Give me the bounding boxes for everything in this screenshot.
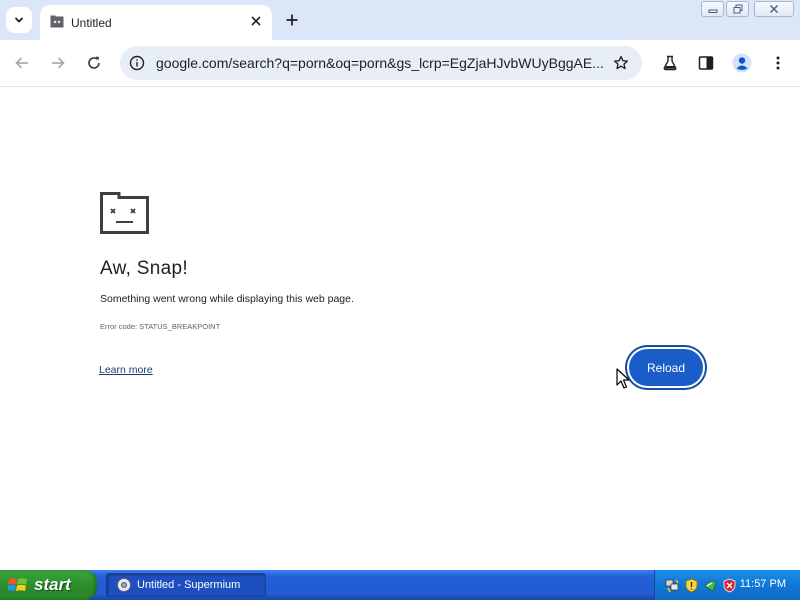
browser-icon <box>117 578 131 592</box>
system-tray: 11:57 PM <box>654 570 800 600</box>
error-code: Error code: STATUS_BREAKPOINT <box>100 322 221 331</box>
reload-icon <box>88 56 100 69</box>
restore-icon <box>733 4 742 14</box>
minimize-icon <box>708 9 717 13</box>
tray-update-icon[interactable] <box>703 578 718 593</box>
site-info-button[interactable] <box>128 54 146 72</box>
star-icon <box>613 55 629 70</box>
mouse-cursor-icon <box>616 368 630 389</box>
profile-icon <box>732 53 752 73</box>
start-label: start <box>34 575 71 594</box>
clock[interactable]: 11:57 PM <box>740 578 786 590</box>
update-icon <box>704 580 717 591</box>
info-icon <box>129 55 145 71</box>
new-tab-button[interactable] <box>282 10 302 30</box>
window-close-button[interactable] <box>754 1 794 17</box>
maximize-button[interactable] <box>726 1 749 17</box>
tab-close-button[interactable] <box>248 13 264 29</box>
forward-button[interactable] <box>47 52 69 74</box>
taskbar-item-browser[interactable]: Untitled - Supermium <box>106 573 266 597</box>
chevron-down-icon <box>14 17 24 23</box>
shield-icon <box>685 578 698 592</box>
close-icon <box>770 5 778 13</box>
flask-icon <box>663 55 677 71</box>
taskbar: start Untitled - Supermium 11:57 PM <box>0 570 800 600</box>
address-bar[interactable]: google.com/search?q=porn&oq=porn&gs_lcrp… <box>120 46 642 80</box>
url-text[interactable]: google.com/search?q=porn&oq=porn&gs_lcrp… <box>156 55 606 71</box>
reload-button[interactable]: Reload <box>629 349 703 386</box>
learn-more-link[interactable]: Learn more <box>99 364 153 376</box>
toolbar: google.com/search?q=porn&oq=porn&gs_lcrp… <box>0 40 800 87</box>
page-content: Aw, Snap! Something went wrong while dis… <box>0 88 800 570</box>
bookmark-button[interactable] <box>612 54 630 72</box>
back-button[interactable] <box>11 52 33 74</box>
tab-strip: Untitled <box>0 0 800 40</box>
error-description: Something went wrong while displaying th… <box>100 293 354 305</box>
side-panel-button[interactable] <box>695 52 717 74</box>
kebab-menu-icon <box>776 56 780 70</box>
taskbar-item-label: Untitled - Supermium <box>137 579 241 591</box>
tab-search-button[interactable] <box>6 7 32 33</box>
page-icon <box>50 15 64 28</box>
tray-network-icon[interactable] <box>665 578 680 593</box>
tab-untitled[interactable]: Untitled <box>40 5 272 40</box>
labs-button[interactable] <box>659 52 681 74</box>
side-panel-icon <box>698 56 714 70</box>
error-title: Aw, Snap! <box>100 258 188 279</box>
network-icon <box>665 579 679 592</box>
tab-title: Untitled <box>71 16 112 30</box>
close-icon <box>251 16 261 26</box>
arrow-right-icon <box>52 57 65 69</box>
window-controls <box>701 1 794 17</box>
plus-icon <box>286 14 298 26</box>
reload-toolbar-button[interactable] <box>83 52 105 74</box>
start-button[interactable]: start <box>0 570 97 600</box>
sad-tab-icon <box>100 192 149 234</box>
menu-button[interactable] <box>767 52 789 74</box>
windows-logo-icon <box>8 578 27 591</box>
alert-shield-icon <box>723 578 736 592</box>
tray-alert-icon[interactable] <box>722 578 737 593</box>
minimize-button[interactable] <box>701 1 724 17</box>
profile-button[interactable] <box>731 52 753 74</box>
arrow-left-icon <box>15 57 28 69</box>
tray-security-icon[interactable] <box>684 578 699 593</box>
